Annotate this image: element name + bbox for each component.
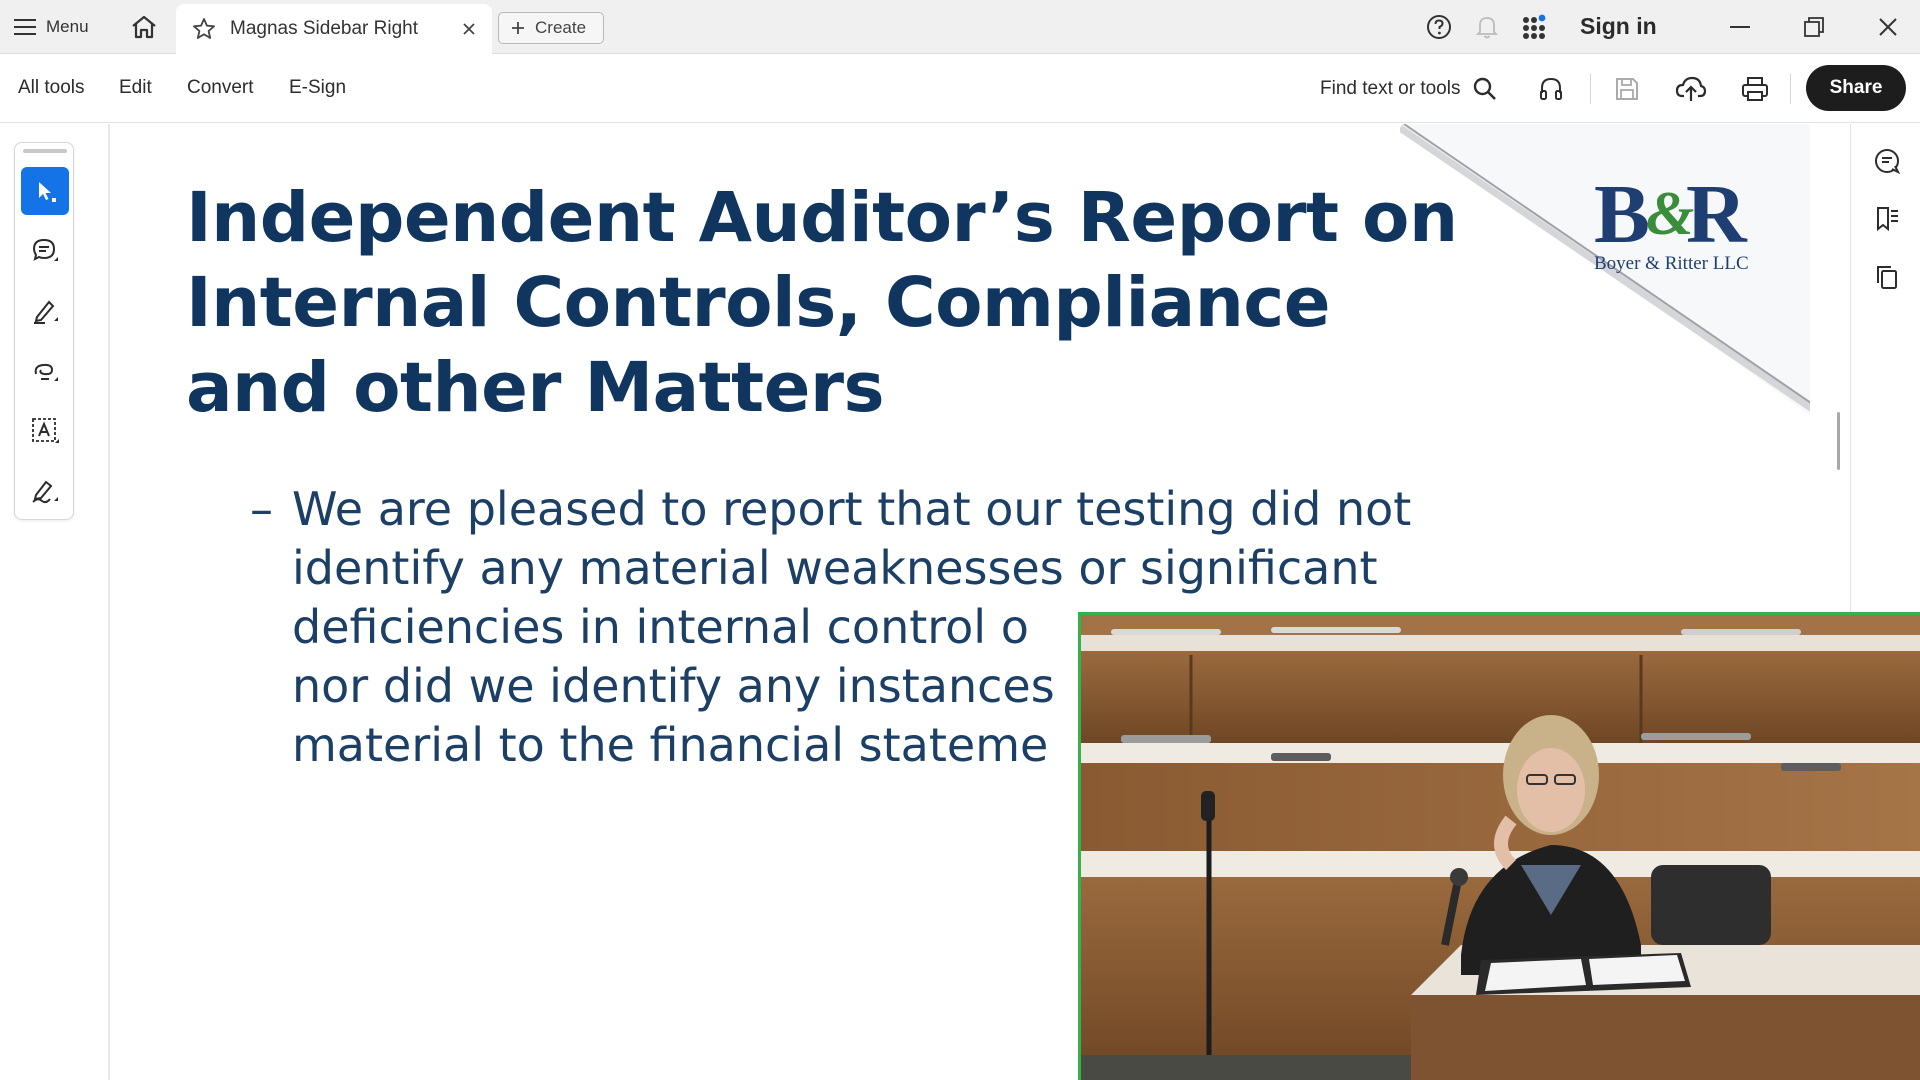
highlight-tool-button[interactable] [21,287,69,335]
sign-in-link[interactable]: Sign in [1580,13,1657,40]
select-cursor-icon [39,182,56,202]
upload-icon [1675,76,1707,101]
home-button[interactable] [128,12,160,42]
home-icon [132,15,156,39]
tab-title: Magnas Sidebar Right [230,18,418,39]
company-logo: B & R Boyer & Ritter LLC [1592,168,1762,278]
panel-drag-handle[interactable] [23,149,67,153]
select-tool-button[interactable] [21,167,69,215]
quick-tools-panel [14,142,74,520]
sign-tool-button[interactable] [21,467,69,515]
restore-button[interactable] [1796,10,1832,44]
ai-assistant-button[interactable] [1868,142,1906,180]
slide-title-line: and other Matters [186,348,885,428]
document-scrollbar-thumb[interactable] [1837,412,1840,470]
search-icon [1473,77,1496,100]
ai-assistant-icon [1875,149,1901,175]
document-tab[interactable]: Magnas Sidebar Right [176,4,492,54]
find-text-or-tools[interactable]: Find text or tools [1320,78,1460,100]
svg-text:Boyer & Ritter LLC: Boyer & Ritter LLC [1594,253,1749,274]
title-bar: Menu Magnas Sidebar Right Create Sign in [0,0,1920,54]
read-aloud-button[interactable] [1534,72,1568,106]
create-button[interactable]: Create [498,12,604,44]
restore-icon [1804,17,1824,37]
draw-freeform-icon [34,363,58,381]
text-select-tool-button[interactable] [21,407,69,455]
toolbar-separator [1590,74,1591,104]
draw-tool-button[interactable] [21,347,69,395]
tab-close-button[interactable] [456,16,482,42]
pages-button[interactable] [1868,258,1906,296]
menu-label: Menu [46,17,89,36]
bell-icon [1475,17,1499,39]
apps-grid-icon [1523,14,1546,39]
bullet-line: identify any material weaknesses or sign… [292,541,1378,595]
help-button[interactable] [1422,10,1456,44]
svg-text:R: R [1686,168,1748,261]
apps-button[interactable] [1518,10,1552,44]
create-label: Create [535,18,587,37]
main-toolbar: All tools Edit Convert E-Sign Find text … [0,55,1920,123]
text-select-icon [32,418,59,443]
bookmarks-button[interactable] [1868,200,1906,238]
boyer-ritter-logo: B & R Boyer & Ritter LLC [1594,168,1749,274]
save-icon [1616,78,1638,100]
star-icon[interactable] [192,17,216,41]
menu-edit[interactable]: Edit [119,77,152,99]
print-button[interactable] [1738,72,1772,106]
video-overlay[interactable] [1078,612,1920,1080]
menu-all-tools[interactable]: All tools [18,77,85,99]
read-aloud-icon [1540,77,1562,100]
menu-button[interactable]: Menu [14,12,89,42]
close-icon [463,23,475,35]
menu-convert[interactable]: Convert [187,77,254,99]
slide-title: Independent Auditor’s Report on Internal… [186,176,1526,431]
window-close-icon [1879,18,1897,36]
menu-icon [14,19,36,35]
plus-icon [512,22,524,34]
minimize-button[interactable] [1722,10,1758,44]
slide-title-line: Internal Controls, Compliance [186,263,1331,343]
notifications-button[interactable] [1470,10,1504,44]
help-icon [1427,15,1451,39]
bullet-line: We are pleased to report that our testin… [292,482,1412,536]
pages-icon [1877,266,1897,289]
comment-tool-button[interactable] [21,227,69,275]
upload-button[interactable] [1674,72,1708,106]
bookmarks-icon [1877,207,1898,232]
slide-title-line: Independent Auditor’s Report on [186,178,1458,258]
toolbar-separator [1790,74,1791,104]
share-button[interactable]: Share [1806,65,1906,111]
bullet-dash: – [250,482,273,536]
window-close-button[interactable] [1870,10,1906,44]
save-button[interactable] [1610,72,1644,106]
menu-e-sign[interactable]: E-Sign [289,77,346,99]
comment-icon [32,238,58,261]
svg-text:B: B [1594,168,1650,261]
minimize-icon [1730,26,1750,28]
highlight-pen-icon [34,300,58,324]
print-icon [1742,77,1768,101]
meeting-video-feed [1081,615,1920,1080]
search-button[interactable] [1468,72,1502,106]
sign-icon [32,480,58,504]
